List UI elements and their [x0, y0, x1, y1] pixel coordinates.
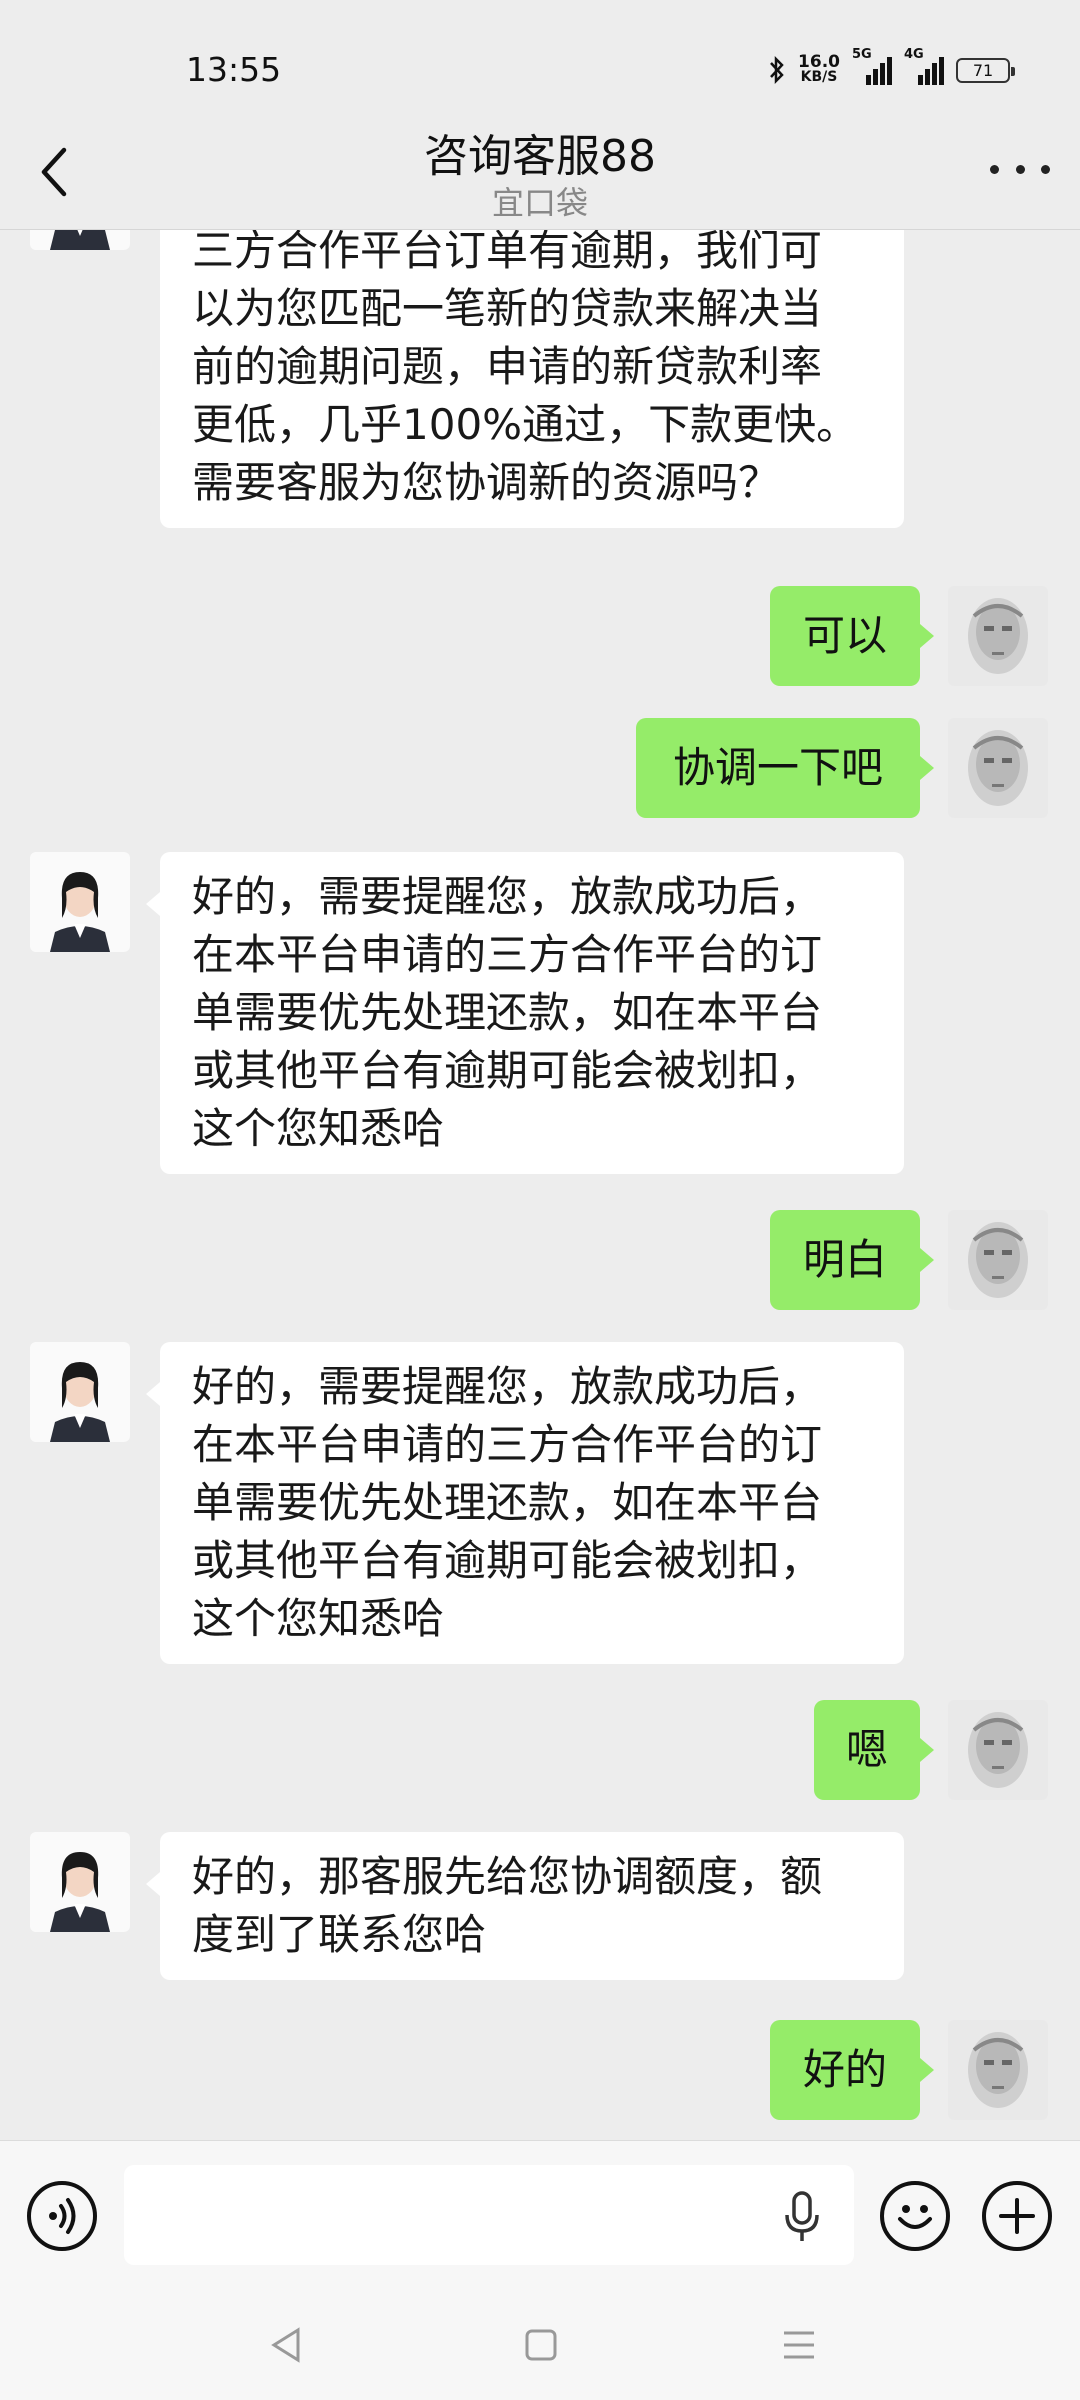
- message-bubble[interactable]: 协调一下吧: [636, 718, 920, 818]
- status-time: 13:55: [186, 50, 282, 89]
- mic-icon: [785, 2191, 819, 2241]
- user-avatar[interactable]: [948, 718, 1048, 818]
- emoji-button[interactable]: [880, 2181, 950, 2251]
- status-icons: 16.0 KB/S 5G 4G 71: [768, 47, 1015, 88]
- bluetooth-icon: [770, 55, 784, 85]
- net-speed-unit: KB/S: [800, 69, 838, 85]
- message-bubble[interactable]: 好的，需要提醒您，放款成功后， 在本平台申请的三方合作平台的订 单需要优先处理还…: [160, 852, 904, 1174]
- nav-recent-icon: [784, 2331, 814, 2359]
- battery-level: 71: [972, 60, 994, 80]
- agent-avatar[interactable]: [30, 852, 130, 952]
- system-nav-bar: [0, 2290, 1080, 2400]
- signal-5g-label: 5G: [852, 47, 872, 62]
- message-input[interactable]: [124, 2165, 854, 2265]
- message-bubble[interactable]: 明白: [770, 1210, 920, 1310]
- agent-avatar-image: [30, 1342, 130, 1442]
- net-speed-indicator: 16.0 KB/S: [798, 52, 840, 85]
- nav-back-icon: [271, 2327, 300, 2363]
- user-avatar-image: [948, 1210, 1048, 1310]
- nav-home-button[interactable]: [516, 2320, 566, 2370]
- message-bubble[interactable]: 好的，需要提醒您，放款成功后， 在本平台申请的三方合作平台的订 单需要优先处理还…: [160, 1342, 904, 1664]
- user-avatar[interactable]: [948, 1210, 1048, 1310]
- battery-icon: 71: [956, 57, 1015, 83]
- plus-icon: [999, 2198, 1035, 2234]
- signal-4g-icon: 4G: [904, 47, 944, 85]
- agent-avatar[interactable]: [30, 230, 130, 250]
- signal-4g-label: 4G: [904, 47, 924, 62]
- user-avatar[interactable]: [948, 1700, 1048, 1800]
- message-bubble[interactable]: 您好，关注到您在宜口袋上申请的 三方合作平台订单有逾期，我们可 以为您匹配一笔新…: [160, 230, 904, 528]
- mic-button[interactable]: [782, 2189, 822, 2245]
- chat-subtitle: 宜口袋: [491, 184, 588, 222]
- plus-button[interactable]: [982, 2181, 1052, 2251]
- input-bar: [0, 2140, 1080, 2290]
- user-avatar-image: [948, 1700, 1048, 1800]
- chat-header: 咨询客服88 宜口袋: [0, 110, 1080, 230]
- user-avatar-image: [948, 2020, 1048, 2120]
- user-avatar[interactable]: [948, 2020, 1048, 2120]
- chat-title: 咨询客服88: [424, 131, 656, 182]
- emoji-icon: [898, 2205, 932, 2229]
- message-bubble[interactable]: 好的，那客服先给您协调额度，额 度到了联系您哈: [160, 1832, 904, 1980]
- voice-icon: [49, 2198, 76, 2234]
- more-button[interactable]: [990, 154, 1050, 184]
- agent-avatar[interactable]: [30, 1342, 130, 1442]
- signal-5g-icon: 5G: [852, 47, 892, 85]
- message-bubble[interactable]: 嗯: [814, 1700, 920, 1800]
- nav-recent-button[interactable]: [774, 2320, 824, 2370]
- agent-avatar-image: [30, 852, 130, 952]
- user-avatar-image: [948, 718, 1048, 818]
- status-bar: 13:55 16.0 KB/S 5G 4G 71: [0, 0, 1080, 120]
- more-icon: [990, 164, 999, 174]
- agent-avatar[interactable]: [30, 1832, 130, 1932]
- net-speed-value: 16.0: [798, 52, 840, 72]
- agent-avatar-image: [30, 1832, 130, 1932]
- message-bubble[interactable]: 可以: [770, 586, 920, 686]
- agent-avatar-image: [30, 230, 130, 250]
- message-bubble[interactable]: 好的: [770, 2020, 920, 2120]
- user-avatar[interactable]: [948, 586, 1048, 686]
- user-avatar-image: [948, 586, 1048, 686]
- voice-button[interactable]: [27, 2181, 97, 2251]
- nav-back-button[interactable]: [262, 2320, 312, 2370]
- chat-area[interactable]: 您好，关注到您在宜口袋上申请的 三方合作平台订单有逾期，我们可 以为您匹配一笔新…: [0, 230, 1080, 2140]
- nav-home-icon: [525, 2329, 557, 2361]
